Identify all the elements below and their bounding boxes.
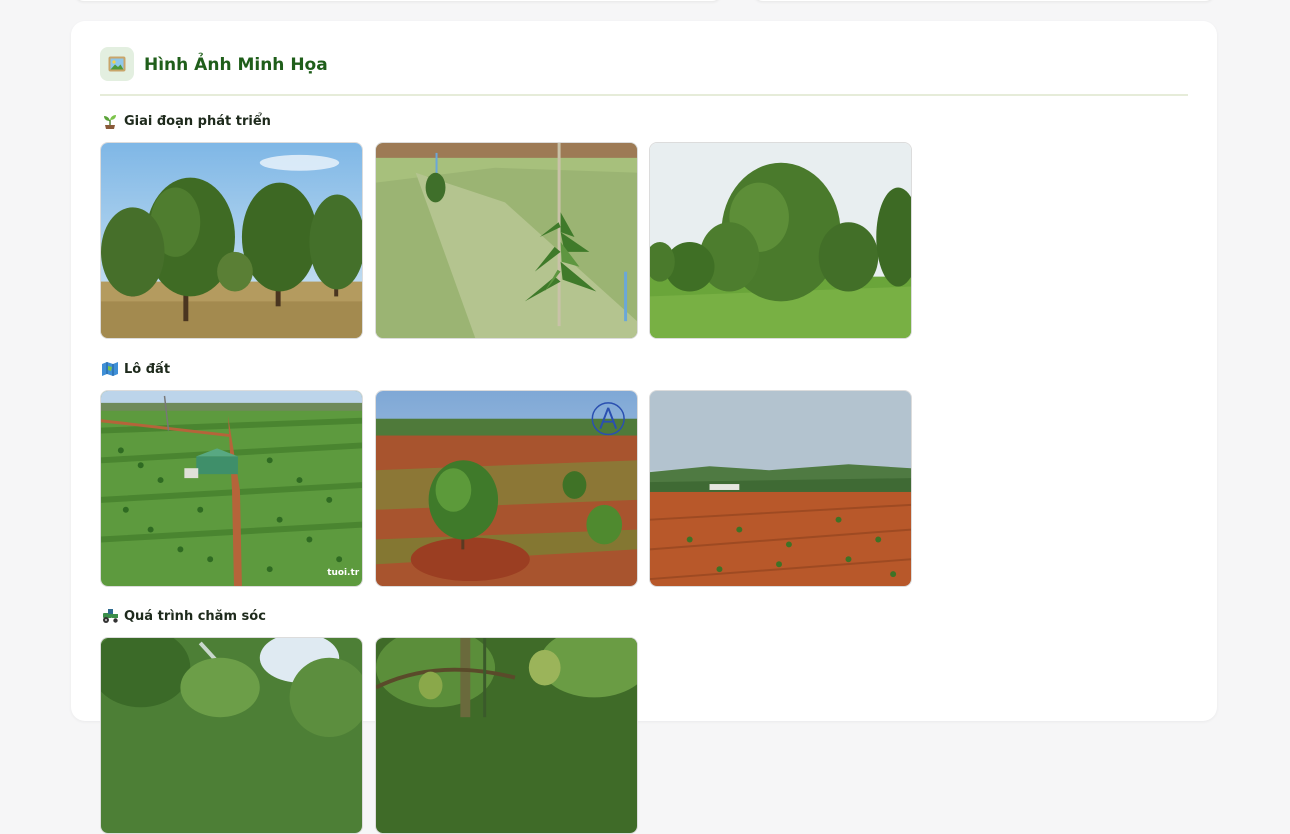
aerial-farm-plot-photo[interactable]: tuoi.tr <box>100 390 363 587</box>
section-land-plot-label: Lô đất <box>101 361 170 377</box>
tractor-icon <box>101 608 119 624</box>
mature-durian-trees-photo[interactable] <box>100 142 363 339</box>
photo-watermark: tuoi.tr <box>327 568 359 578</box>
framed-picture-icon <box>100 47 134 81</box>
cleared-red-soil-field-photo[interactable] <box>649 390 912 587</box>
section-growth-stage-label: Giai đoạn phát triển <box>101 113 271 129</box>
durian-fruit-branch-photo[interactable] <box>375 637 638 834</box>
seedling-icon <box>101 113 119 129</box>
previous-card-right <box>753 0 1215 2</box>
young-durian-sapling-photo[interactable] <box>375 142 638 339</box>
section-label-text: Giai đoạn phát triển <box>124 113 271 129</box>
section-label-text: Quá trình chăm sóc <box>124 608 266 624</box>
previous-card-left <box>74 0 722 2</box>
map-icon <box>101 361 119 377</box>
durian-orchard-photo[interactable] <box>649 142 912 339</box>
gallery-title: Hình Ảnh Minh Họa <box>144 55 328 75</box>
section-label-text: Lô đất <box>124 361 171 377</box>
irrigation-spraying-photo[interactable] <box>100 637 363 834</box>
gallery-header: Hình Ảnh Minh Họa <box>100 47 1188 96</box>
section-care-process-label: Quá trình chăm sóc <box>101 608 266 624</box>
red-soil-sapling-photo[interactable] <box>375 390 638 587</box>
gallery-card: Hình Ảnh Minh Họa Giai đoạn phát triển L… <box>71 21 1217 834</box>
